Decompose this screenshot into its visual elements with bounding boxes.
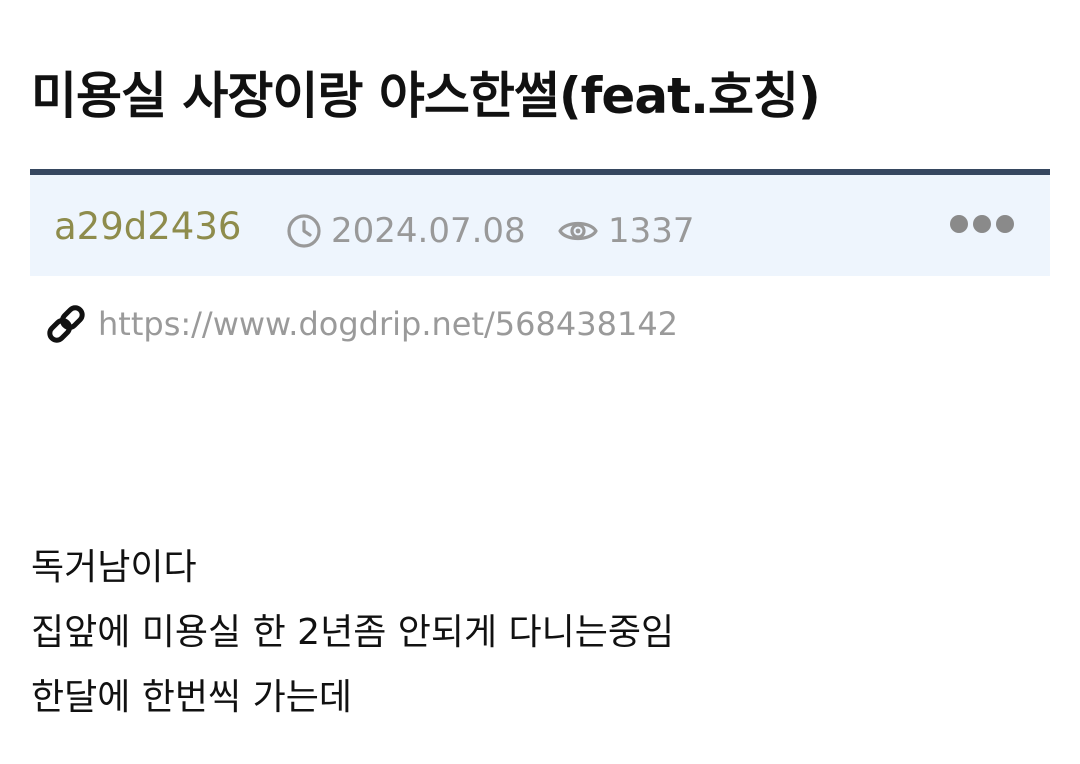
post-url-link[interactable]: https://www.dogdrip.net/568438142 — [98, 300, 678, 348]
post-content: 독거남이다 집앞에 미용실 한 2년좀 안되게 다니는중임 한달에 한번씩 가는… — [31, 542, 674, 737]
more-options-button[interactable] — [950, 215, 1014, 233]
body-line: 집앞에 미용실 한 2년좀 안되게 다니는중임 — [31, 612, 675, 653]
post-views-value: 1337 — [608, 211, 695, 251]
post-link-row: https://www.dogdrip.net/568438142 — [44, 300, 678, 348]
post-date: 2024.07.08 — [286, 209, 526, 253]
clock-icon — [286, 213, 322, 249]
link-icon — [44, 302, 88, 346]
post-date-value: 2024.07.08 — [331, 211, 526, 251]
post-title: 미용실 사장이랑 야스한썰(feat.호칭) — [31, 67, 821, 125]
body-line: 한달에 한번씩 가는데 — [31, 677, 352, 718]
post-page: 미용실 사장이랑 야스한썰(feat.호칭) a29d2436 2024.07.… — [0, 0, 1080, 764]
author-name[interactable]: a29d2436 — [54, 201, 241, 253]
more-dots-icon — [950, 215, 968, 233]
eye-icon — [557, 216, 599, 246]
body-line: 독거남이다 — [31, 547, 197, 588]
post-views: 1337 — [557, 209, 695, 253]
post-meta-bar: a29d2436 2024.07.08 1337 — [30, 169, 1050, 276]
